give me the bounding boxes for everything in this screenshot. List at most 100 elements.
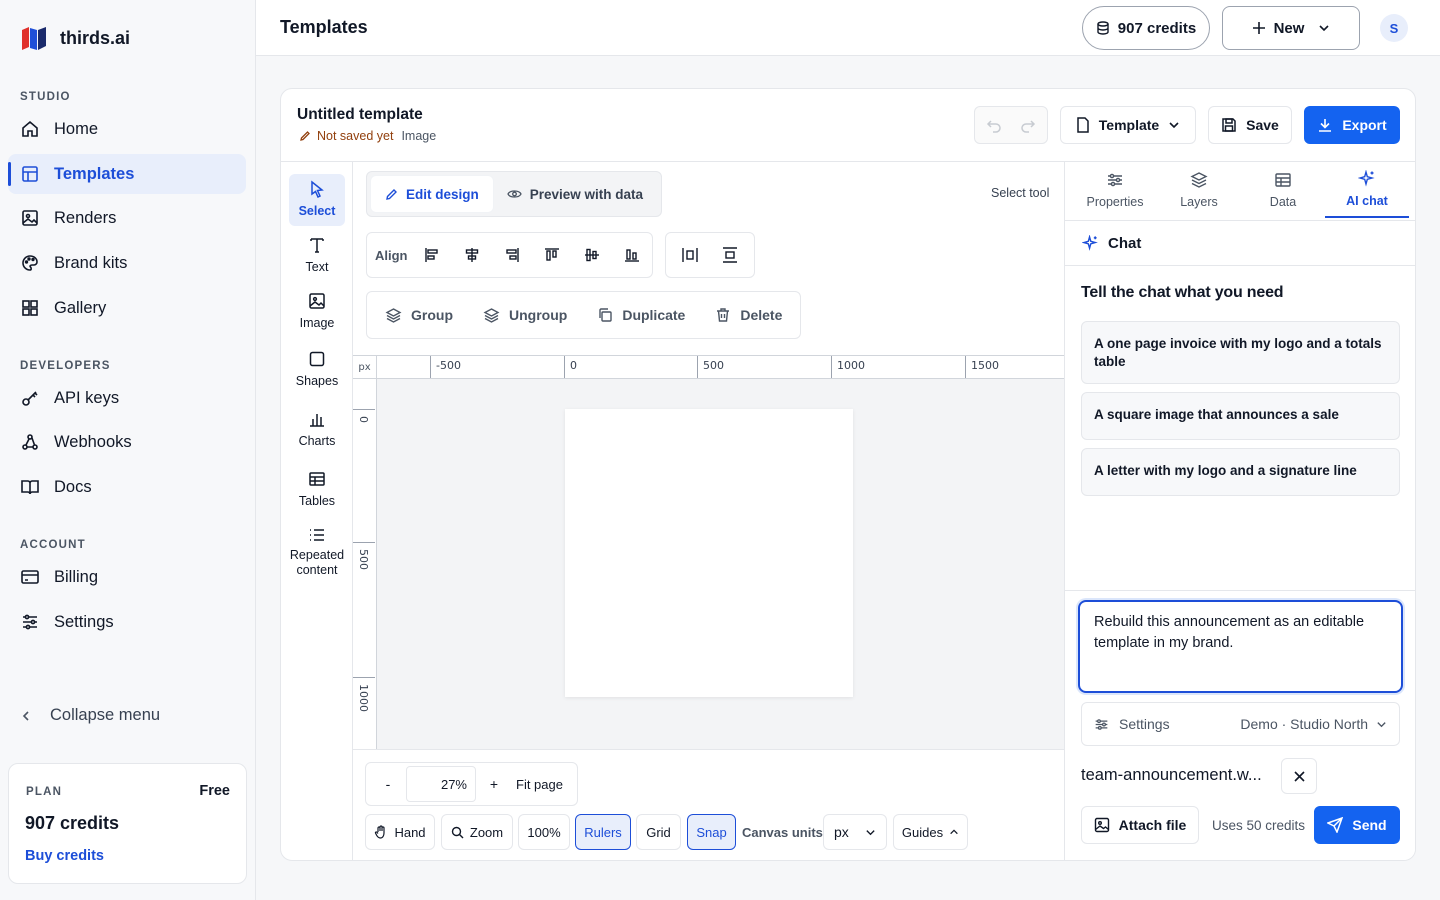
templates-icon xyxy=(22,166,38,182)
canvas-units-select[interactable]: px xyxy=(823,814,887,850)
sidebar-item-label: Docs xyxy=(54,477,92,496)
attach-file-button[interactable]: Attach file xyxy=(1081,806,1199,844)
sidebar-item-api-keys[interactable]: API keys xyxy=(8,378,246,418)
sidebar-item-renders[interactable]: Renders xyxy=(8,198,246,238)
guides-dropdown[interactable]: Guides xyxy=(893,814,968,850)
chat-input[interactable]: Rebuild this announcement as an editable… xyxy=(1078,600,1403,693)
align-label: Align xyxy=(375,247,408,263)
align-left-button[interactable] xyxy=(412,235,452,275)
plus-icon xyxy=(1252,22,1265,34)
grid-icon xyxy=(22,300,38,316)
tool-charts[interactable]: Charts xyxy=(289,404,345,448)
sidebar-item-settings[interactable]: Settings xyxy=(8,602,246,642)
sidebar-item-webhooks[interactable]: Webhooks xyxy=(8,422,246,462)
tab-edit-design[interactable]: Edit design xyxy=(371,176,493,212)
align-bottom-button[interactable] xyxy=(612,235,652,275)
tool-text[interactable]: Text xyxy=(289,230,345,274)
duplicate-button[interactable]: Duplicate xyxy=(582,307,700,323)
trash-icon xyxy=(717,308,730,322)
send-button[interactable]: Send xyxy=(1314,806,1400,844)
zoom-controls: - 27% + Fit page xyxy=(365,762,578,806)
sidebar-item-home[interactable]: Home xyxy=(8,109,246,149)
redo-icon[interactable] xyxy=(1020,117,1036,133)
square-icon xyxy=(309,351,325,367)
undo-icon[interactable] xyxy=(986,117,1002,133)
tool-label: Text xyxy=(305,260,329,274)
credits-label: 907 credits xyxy=(1117,19,1197,37)
pencil-icon xyxy=(300,131,310,141)
tab-properties[interactable]: Properties xyxy=(1073,162,1157,218)
align-center-h-button[interactable] xyxy=(452,235,492,275)
fit-page-button[interactable]: Fit page xyxy=(512,777,573,792)
delete-button[interactable]: Delete xyxy=(700,307,797,323)
remove-attachment-button[interactable] xyxy=(1281,758,1317,794)
sidebar-item-label: Renders xyxy=(54,208,117,227)
tab-data[interactable]: Data xyxy=(1241,162,1325,218)
tab-ai-chat[interactable]: AI chat xyxy=(1325,162,1409,218)
collapse-menu-button[interactable]: Collapse menu xyxy=(20,706,160,725)
new-button[interactable]: New xyxy=(1222,6,1360,50)
zoom-tool-button[interactable]: Zoom xyxy=(441,814,513,850)
sidebar-item-label: Settings xyxy=(54,612,114,631)
horizontal-ruler: px -500 0 500 1000 1500 xyxy=(353,355,1064,379)
zoom-input[interactable]: 27% xyxy=(406,766,476,802)
sidebar-item-brand-kits[interactable]: Brand kits xyxy=(8,243,246,283)
chat-settings-dropdown[interactable]: Settings Demo · Studio North xyxy=(1081,702,1400,746)
align-top-button[interactable] xyxy=(532,235,572,275)
thirds-logo-icon xyxy=(22,27,46,50)
plan-card: PLAN Free 907 credits Buy credits xyxy=(8,763,247,884)
avatar[interactable]: S xyxy=(1380,14,1408,42)
template-dropdown[interactable]: Template xyxy=(1060,106,1196,144)
tool-tables[interactable]: Tables xyxy=(289,464,345,508)
rulers-toggle[interactable]: Rulers xyxy=(575,814,631,850)
zoom-in-button[interactable]: + xyxy=(476,776,512,792)
distribute-horizontal-button[interactable] xyxy=(670,235,710,275)
tool-repeated-content[interactable]: Repeated content xyxy=(289,520,345,578)
grid-toggle[interactable]: Grid xyxy=(636,814,681,850)
table-icon xyxy=(1275,173,1291,187)
distribute-vertical-button[interactable] xyxy=(710,235,750,275)
sidebar-item-gallery[interactable]: Gallery xyxy=(8,288,246,328)
tool-image[interactable]: Image xyxy=(289,286,345,330)
align-middle-button[interactable] xyxy=(572,235,612,275)
sidebar-item-billing[interactable]: Billing xyxy=(8,557,246,597)
ruler-tick-label: 0 xyxy=(357,416,370,423)
canvas-page[interactable] xyxy=(565,409,853,697)
compose-divider xyxy=(1065,590,1415,591)
sparkle-icon xyxy=(1358,170,1375,187)
plan-credits: 907 credits xyxy=(25,813,120,833)
zoom-out-button[interactable]: - xyxy=(370,776,406,792)
align-center-horizontal-icon xyxy=(465,248,478,262)
page-title: Templates xyxy=(280,17,368,37)
buy-credits-link[interactable]: Buy credits xyxy=(25,848,104,864)
tool-shapes[interactable]: Shapes xyxy=(289,344,345,388)
eye-icon xyxy=(507,190,522,198)
align-toolbar: Align xyxy=(366,232,653,278)
attach-file-label: Attach file xyxy=(1118,817,1187,833)
template-title[interactable]: Untitled template xyxy=(297,106,423,124)
suggestion-sale-image[interactable]: A square image that announces a sale xyxy=(1081,392,1400,440)
tab-layers[interactable]: Layers xyxy=(1157,162,1241,218)
tab-preview-with-data[interactable]: Preview with data xyxy=(493,176,657,212)
sidebar-item-label: Brand kits xyxy=(54,253,128,272)
logo[interactable]: thirds.ai xyxy=(20,24,130,52)
snap-toggle[interactable]: Snap xyxy=(687,814,736,850)
sidebar-item-docs[interactable]: Docs xyxy=(8,467,246,507)
chevron-down-icon xyxy=(1319,25,1329,32)
save-button[interactable]: Save xyxy=(1208,106,1292,144)
template-status: Not saved yet Image xyxy=(299,129,436,143)
align-right-button[interactable] xyxy=(492,235,532,275)
suggestion-letter[interactable]: A letter with my logo and a signature li… xyxy=(1081,448,1400,496)
sparkle-icon xyxy=(1082,234,1098,251)
zoom-100-button[interactable]: 100% xyxy=(518,814,570,850)
app-name: thirds.ai xyxy=(60,27,131,48)
suggestion-invoice[interactable]: A one page invoice with my logo and a to… xyxy=(1081,321,1400,384)
group-button[interactable]: Group xyxy=(370,307,468,324)
sidebar-item-templates[interactable]: Templates xyxy=(8,154,246,194)
send-icon xyxy=(1327,817,1344,833)
tool-select[interactable]: Select xyxy=(289,174,345,226)
credits-button[interactable]: 907 credits xyxy=(1082,6,1210,50)
ungroup-button[interactable]: Ungroup xyxy=(468,307,582,324)
export-button[interactable]: Export xyxy=(1304,106,1400,144)
hand-tool-button[interactable]: Hand xyxy=(365,814,435,850)
